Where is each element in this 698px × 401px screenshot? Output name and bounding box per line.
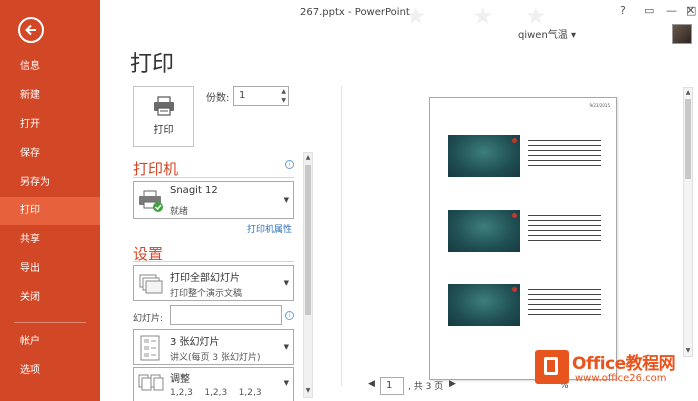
restore-ribbon-button[interactable]: ▭ bbox=[644, 4, 654, 17]
chevron-down-icon: ▼ bbox=[283, 196, 289, 204]
close-window-button[interactable]: ✕ bbox=[686, 4, 695, 17]
help-button[interactable]: ? bbox=[620, 4, 626, 17]
printer-header: 打印机 bbox=[133, 160, 179, 178]
window-title: 267.pptx - PowerPoint bbox=[300, 7, 410, 18]
nav-export[interactable]: 导出 bbox=[0, 255, 100, 283]
spin-up-icon[interactable]: ▲ bbox=[281, 88, 286, 95]
collate-icon bbox=[138, 374, 164, 391]
print-range-sub: 打印整个演示文稿 bbox=[170, 289, 243, 299]
watermark-url: www.office26.com bbox=[575, 373, 667, 384]
handout-layout-icon bbox=[140, 335, 160, 361]
info-icon[interactable]: i bbox=[285, 311, 294, 320]
preview-scrollbar[interactable]: ▲ ▼ bbox=[683, 87, 693, 357]
preview-date: 9/23/2015 bbox=[589, 103, 610, 108]
nav-separator bbox=[14, 322, 86, 323]
nav-account[interactable]: 帐户 bbox=[0, 328, 100, 356]
divider bbox=[133, 177, 294, 178]
panel-divider bbox=[341, 86, 342, 386]
back-arrow-icon bbox=[25, 24, 36, 36]
printer-icon bbox=[154, 96, 174, 116]
scroll-down-icon[interactable]: ▼ bbox=[304, 387, 312, 394]
nav-new[interactable]: 新建 bbox=[0, 82, 100, 110]
settings-scroll-thumb[interactable] bbox=[305, 165, 311, 315]
printer-status-icon bbox=[139, 190, 163, 212]
spin-down-icon[interactable]: ▼ bbox=[281, 97, 286, 104]
print-range-main: 打印全部幻灯片 bbox=[170, 273, 240, 284]
prev-page-icon[interactable]: ◀ bbox=[368, 379, 375, 389]
back-button[interactable] bbox=[18, 17, 44, 43]
user-account[interactable]: qiwen气温 ▾ bbox=[518, 26, 576, 41]
printer-properties-link[interactable]: 打印机属性 bbox=[247, 222, 292, 235]
print-button[interactable]: 打印 bbox=[133, 86, 194, 147]
layout-main: 3 张幻灯片 bbox=[170, 337, 220, 348]
next-page-icon[interactable]: ▶ bbox=[449, 379, 456, 389]
backstage-nav: 信息 新建 打开 保存 另存为 打印 共享 导出 关闭 帐户 选项 bbox=[0, 0, 100, 401]
chevron-down-icon: ▼ bbox=[283, 343, 289, 351]
scroll-up-icon[interactable]: ▲ bbox=[304, 154, 312, 161]
printer-dropdown[interactable]: Snagit 12 就绪 ▼ bbox=[133, 181, 294, 219]
nav-open[interactable]: 打开 bbox=[0, 111, 100, 139]
decor-star-icon: ★ bbox=[472, 2, 494, 30]
nav-save[interactable]: 保存 bbox=[0, 140, 100, 168]
page-number-value: 1 bbox=[386, 380, 393, 391]
layout-sub: 讲义(每页 3 张幻灯片) bbox=[170, 353, 261, 363]
collate-dropdown[interactable]: 调整 1,2,3 1,2,3 1,2,3 ▼ bbox=[133, 367, 294, 401]
slide-thumbnail bbox=[448, 284, 520, 326]
minimize-button[interactable]: — bbox=[666, 4, 677, 17]
slide-thumbnail bbox=[448, 135, 520, 177]
slide-thumbnail bbox=[448, 210, 520, 252]
nav-print[interactable]: 打印 bbox=[0, 197, 100, 225]
title-bar: ★ ★ ★ 267.pptx - PowerPoint ? ▭ — □ bbox=[100, 0, 698, 30]
collate-main: 调整 bbox=[170, 374, 190, 385]
page-total: , 共 3 页 bbox=[408, 382, 444, 392]
page-title: 打印 bbox=[130, 52, 175, 77]
slides-label: 幻灯片: bbox=[133, 314, 164, 324]
page-number-input[interactable]: 1 bbox=[380, 377, 404, 395]
copies-label: 份数: bbox=[206, 93, 230, 104]
slides-input[interactable] bbox=[170, 305, 282, 325]
settings-scrollbar[interactable]: ▲ ▼ bbox=[303, 152, 313, 398]
nav-options[interactable]: 选项 bbox=[0, 357, 100, 385]
print-range-dropdown[interactable]: 打印全部幻灯片 打印整个演示文稿 ▼ bbox=[133, 265, 294, 301]
chevron-down-icon: ▼ bbox=[283, 279, 289, 287]
watermark-title: Office教程网 bbox=[572, 354, 676, 374]
info-icon[interactable]: i bbox=[285, 160, 294, 169]
nav-share[interactable]: 共享 bbox=[0, 226, 100, 254]
avatar[interactable] bbox=[672, 24, 692, 44]
notes-lines bbox=[528, 289, 601, 319]
preview-scroll-thumb[interactable] bbox=[685, 99, 691, 179]
nav-save-as[interactable]: 另存为 bbox=[0, 169, 100, 197]
collate-sub: 1,2,3 1,2,3 1,2,3 bbox=[170, 388, 262, 398]
divider bbox=[133, 261, 294, 262]
notes-lines bbox=[528, 140, 601, 170]
layout-dropdown[interactable]: 3 张幻灯片 讲义(每页 3 张幻灯片) ▼ bbox=[133, 329, 294, 365]
nav-info[interactable]: 信息 bbox=[0, 53, 100, 81]
printer-status: 就绪 bbox=[170, 207, 189, 217]
copies-value: 1 bbox=[239, 90, 246, 101]
nav-close[interactable]: 关闭 bbox=[0, 284, 100, 312]
scroll-down-icon[interactable]: ▼ bbox=[684, 347, 692, 354]
printer-name: Snagit 12 bbox=[170, 185, 218, 196]
copies-stepper[interactable]: 1 ▲ ▼ bbox=[233, 86, 289, 106]
chevron-down-icon: ▼ bbox=[283, 379, 289, 387]
print-button-label: 打印 bbox=[153, 125, 174, 136]
print-preview-page: 9/23/2015 bbox=[429, 97, 617, 380]
scroll-up-icon[interactable]: ▲ bbox=[684, 89, 692, 96]
slides-stack-icon bbox=[139, 274, 163, 294]
office-logo-icon bbox=[535, 350, 569, 384]
notes-lines bbox=[528, 215, 601, 245]
